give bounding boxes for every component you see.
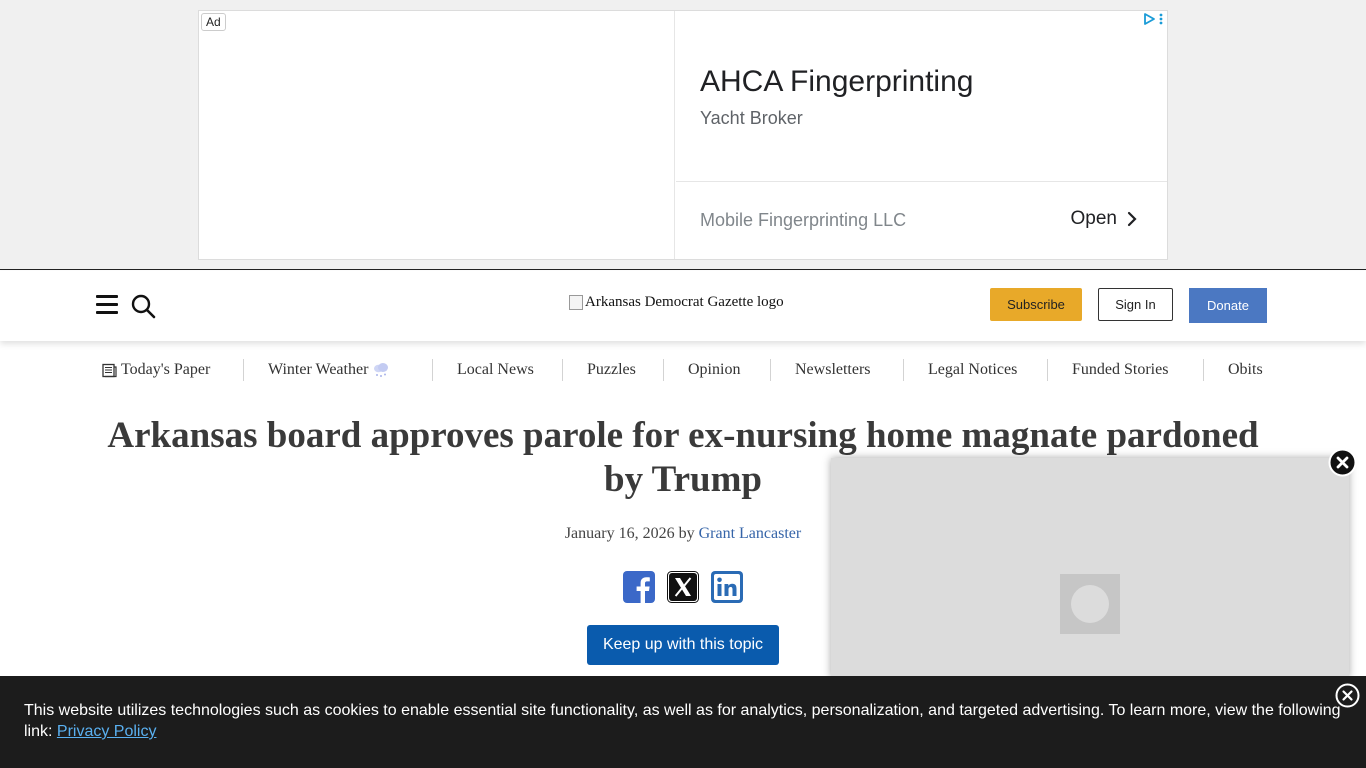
ad-open-button[interactable]: Open (1071, 208, 1137, 230)
nav-item-label: Today's Paper (121, 361, 211, 378)
site-header: Arkansas Democrat Gazette logo Subscribe… (0, 271, 1366, 341)
cookie-message: This website utilizes technologies such … (24, 700, 1354, 742)
floating-video-player[interactable] (831, 458, 1349, 678)
x-icon[interactable] (667, 571, 699, 603)
ad-label: Ad (201, 13, 226, 31)
newspaper-icon (102, 363, 117, 377)
ad-content[interactable]: AHCA Fingerprinting Yacht Broker Mobile … (676, 11, 1167, 259)
ad-image-area[interactable]: Ad (199, 11, 675, 259)
nav-item-funded-stories[interactable]: Funded Stories (1072, 361, 1168, 379)
nav-divider (432, 359, 433, 381)
ad-unit[interactable]: Ad AHCA Fingerprinting Yacht Broker Mobi… (198, 10, 1168, 260)
ad-choices-play-icon[interactable] (1143, 13, 1155, 25)
ad-divider (676, 181, 1167, 182)
nav-item-newsletters[interactable]: Newsletters (795, 361, 871, 379)
nav-item-opinion[interactable]: Opinion (688, 361, 740, 379)
site-logo[interactable]: Arkansas Democrat Gazette logo (569, 294, 784, 311)
video-placeholder-icon (1060, 574, 1120, 634)
snow-cloud-icon (374, 363, 389, 377)
broken-image-icon (569, 295, 583, 310)
nav-divider (562, 359, 563, 381)
cookie-banner: This website utilizes technologies such … (0, 676, 1366, 768)
nav-item-winter-weather[interactable]: Winter Weather (268, 361, 390, 379)
ad-options-dots-icon[interactable] (1159, 13, 1163, 25)
nav-item-label: Winter Weather (268, 361, 369, 378)
facebook-icon[interactable] (623, 571, 655, 603)
nav-divider (243, 359, 244, 381)
section-nav: Today's Paper Winter Weather Local News … (0, 355, 1366, 387)
keep-up-with-topic-button[interactable]: Keep up with this topic (587, 625, 779, 665)
privacy-policy-link[interactable]: Privacy Policy (57, 723, 157, 740)
ad-choices[interactable] (1143, 13, 1163, 25)
ad-banner-area: Ad AHCA Fingerprinting Yacht Broker Mobi… (0, 0, 1366, 270)
nav-divider (770, 359, 771, 381)
nav-item-puzzles[interactable]: Puzzles (587, 361, 636, 379)
nav-item-obits[interactable]: Obits (1228, 361, 1263, 379)
article-date: January 16, 2026 (564, 525, 675, 542)
donate-button[interactable]: Donate (1189, 288, 1267, 323)
chevron-right-icon (1127, 211, 1137, 227)
close-icon[interactable] (1335, 683, 1360, 708)
nav-divider (1203, 359, 1204, 381)
site-logo-alt-text: Arkansas Democrat Gazette logo (585, 294, 784, 310)
cookie-text: This website utilizes technologies such … (24, 702, 1341, 740)
nav-divider (1047, 359, 1048, 381)
byline-by: by (678, 525, 695, 542)
subscribe-button[interactable]: Subscribe (990, 288, 1082, 321)
linkedin-icon[interactable] (711, 571, 743, 603)
nav-item-local-news[interactable]: Local News (457, 361, 534, 379)
nav-divider (903, 359, 904, 381)
ad-headline[interactable]: AHCA Fingerprinting (700, 65, 973, 99)
nav-divider (663, 359, 664, 381)
search-icon[interactable] (130, 293, 156, 319)
hamburger-menu-icon[interactable] (96, 295, 118, 315)
nav-item-todays-paper[interactable]: Today's Paper (102, 361, 210, 379)
sign-in-button[interactable]: Sign In (1098, 288, 1173, 321)
ad-advertiser[interactable]: Mobile Fingerprinting LLC (700, 210, 906, 231)
ad-open-label: Open (1070, 208, 1117, 229)
ad-subtitle[interactable]: Yacht Broker (700, 108, 803, 129)
close-video-icon[interactable] (1328, 448, 1357, 477)
author-link[interactable]: Grant Lancaster (699, 525, 802, 542)
nav-item-legal-notices[interactable]: Legal Notices (928, 361, 1017, 379)
